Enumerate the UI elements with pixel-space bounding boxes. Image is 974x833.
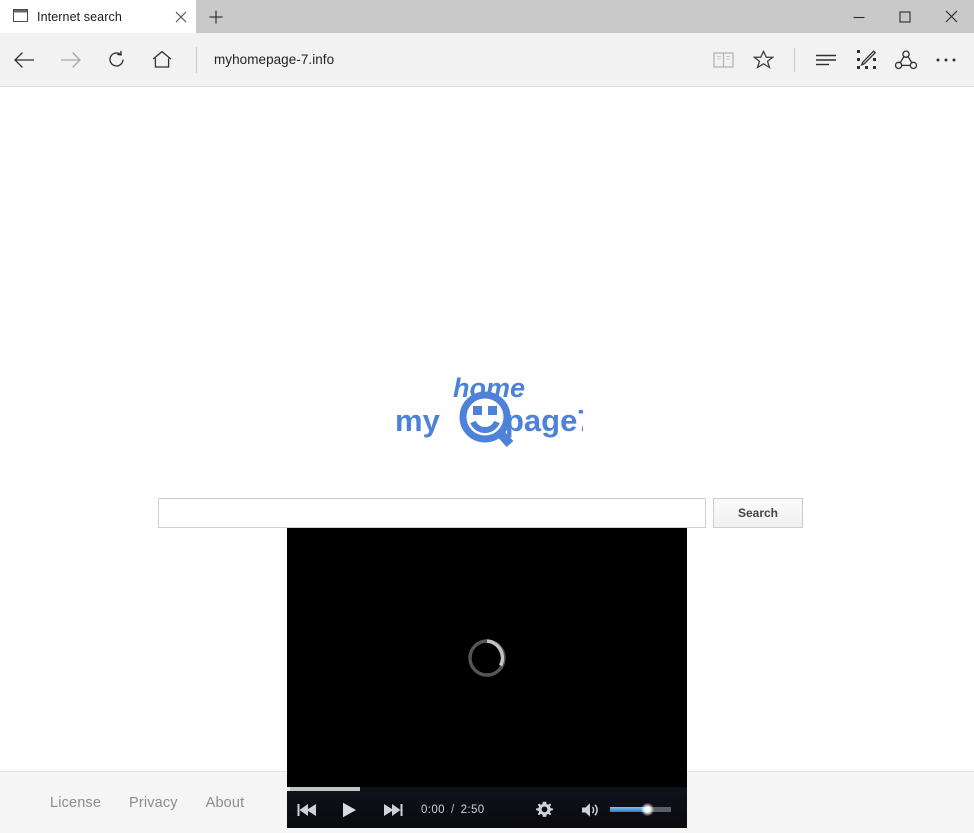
- tab-title: Internet search: [37, 9, 122, 24]
- volume-button[interactable]: [573, 791, 609, 828]
- maximize-button[interactable]: [882, 0, 928, 33]
- hub-button[interactable]: [806, 40, 846, 80]
- hub-lines-icon: [815, 53, 837, 67]
- volume-on-icon: [581, 802, 600, 818]
- page-content: home my page7 Search: [0, 87, 974, 828]
- refresh-button[interactable]: [93, 40, 139, 80]
- video-settings-button[interactable]: [525, 791, 565, 828]
- web-note-button[interactable]: [846, 40, 886, 80]
- title-bar: Internet search: [0, 0, 974, 33]
- footer-link-about[interactable]: About: [206, 795, 245, 811]
- next-track-button[interactable]: [371, 791, 415, 828]
- settings-more-button[interactable]: [926, 40, 966, 80]
- duration: 2:50: [460, 803, 485, 816]
- browser-window: Internet search myhomepage-7.info home m…: [0, 0, 974, 833]
- share-button[interactable]: [886, 40, 926, 80]
- toolbar-actions: [703, 40, 974, 80]
- forward-arrow-icon: [59, 51, 82, 69]
- video-player[interactable]: 0:00 / 2:50: [287, 528, 687, 828]
- maximize-icon: [899, 10, 911, 23]
- minimize-icon: [853, 11, 865, 23]
- play-icon: [342, 802, 357, 818]
- share-icon: [895, 49, 917, 70]
- address-url-text[interactable]: myhomepage-7.info: [197, 40, 703, 80]
- smiley-magnifier-icon: home my page7: [395, 373, 583, 447]
- navigation-toolbar: myhomepage-7.info: [0, 33, 974, 87]
- back-button[interactable]: [1, 40, 47, 80]
- next-track-icon: [383, 803, 403, 817]
- plus-icon: [209, 10, 223, 24]
- star-icon: [752, 49, 774, 70]
- play-button[interactable]: [327, 791, 371, 828]
- pen-note-icon: [856, 49, 877, 70]
- minimize-button[interactable]: [836, 0, 882, 33]
- back-arrow-icon: [13, 51, 36, 69]
- forward-button[interactable]: [47, 40, 93, 80]
- close-icon: [945, 10, 958, 23]
- window-controls: [836, 0, 974, 33]
- fullscreen-button[interactable]: [681, 791, 687, 828]
- window-close-button[interactable]: [928, 0, 974, 33]
- window-icon: [13, 9, 28, 24]
- toolbar-divider: [794, 47, 795, 72]
- previous-track-icon: [297, 803, 317, 817]
- volume-fill: [609, 807, 645, 812]
- tab-internet-search[interactable]: Internet search: [0, 0, 196, 33]
- title-bar-drag-area: [236, 0, 836, 33]
- volume-knob[interactable]: [641, 803, 655, 816]
- gear-icon: [536, 801, 553, 818]
- video-controls: 0:00 / 2:50: [287, 791, 687, 828]
- current-time: 0:00: [421, 803, 445, 816]
- footer-link-license[interactable]: License: [50, 795, 101, 811]
- book-icon: [712, 51, 734, 69]
- home-icon: [152, 50, 172, 69]
- tab-close-icon[interactable]: [166, 0, 196, 33]
- site-logo: home my page7: [390, 364, 584, 448]
- address-bar[interactable]: myhomepage-7.info: [196, 40, 703, 80]
- time-separator: /: [450, 803, 455, 816]
- footer-link-privacy[interactable]: Privacy: [129, 795, 178, 811]
- reading-view-button[interactable]: [703, 40, 743, 80]
- new-tab-button[interactable]: [196, 0, 236, 33]
- svg-text:page7: page7: [505, 403, 583, 438]
- previous-track-button[interactable]: [287, 791, 327, 828]
- search-button[interactable]: Search: [713, 498, 803, 528]
- loading-spinner-icon: [466, 637, 508, 679]
- web-page: home my page7 Search: [0, 87, 974, 833]
- home-button[interactable]: [139, 40, 185, 80]
- svg-text:my: my: [395, 403, 441, 438]
- video-stage[interactable]: [287, 528, 687, 787]
- refresh-icon: [107, 50, 126, 69]
- search-form: Search: [158, 498, 803, 528]
- video-time-display: 0:00 / 2:50: [421, 804, 485, 816]
- search-input[interactable]: [158, 498, 706, 528]
- tab-strip: Internet search: [0, 0, 236, 33]
- more-ellipsis-icon: [935, 57, 957, 63]
- volume-slider[interactable]: [609, 803, 671, 816]
- favorites-button[interactable]: [743, 40, 783, 80]
